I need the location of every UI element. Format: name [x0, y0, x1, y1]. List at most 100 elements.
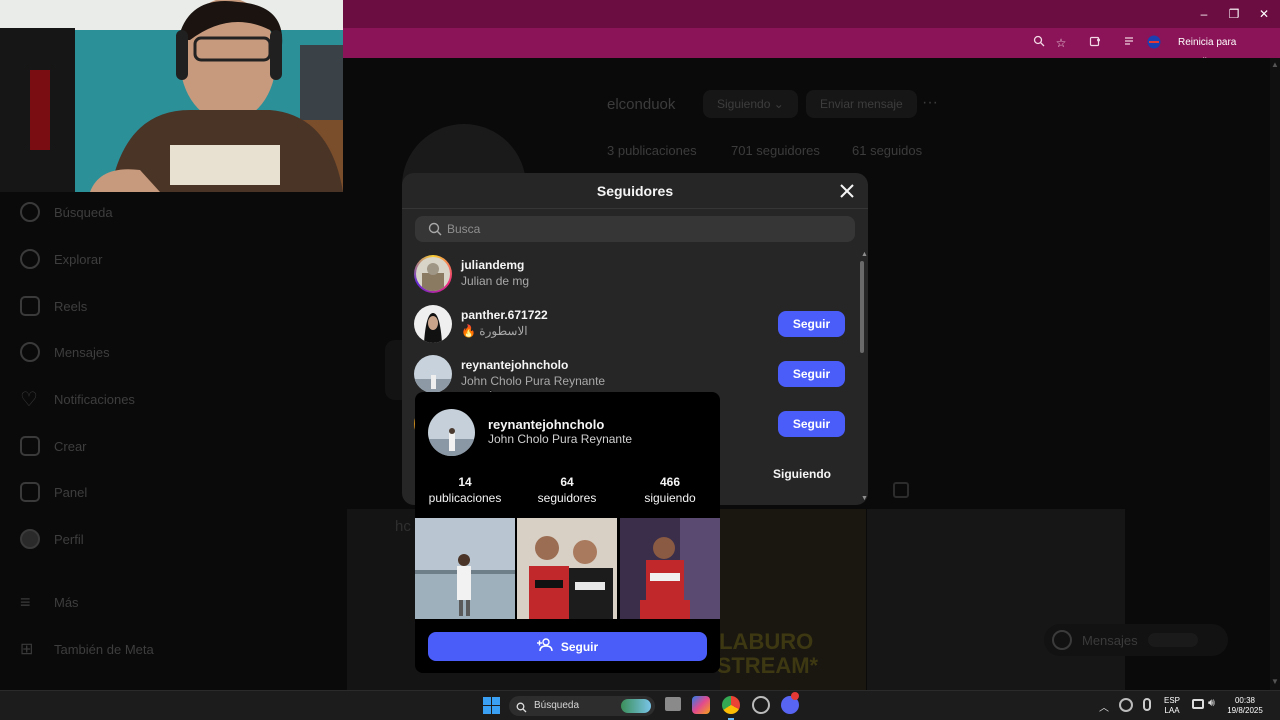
follow-button[interactable]: Seguir [778, 411, 845, 437]
stat-value: 14 [458, 475, 472, 489]
follower-username[interactable]: panther.671722 [461, 308, 548, 322]
network-icon[interactable] [1192, 699, 1204, 709]
clock[interactable]: 00:38 19/8/2025 [1222, 696, 1268, 716]
restore-icon[interactable]: ❐ [1226, 6, 1242, 22]
hover-card-photo[interactable] [517, 518, 617, 619]
follower-username[interactable]: reynantejohncholo [461, 358, 568, 372]
zoom-icon[interactable] [1031, 35, 1047, 51]
sidebar-item-panel[interactable]: Panel [20, 480, 87, 504]
minimize-icon[interactable]: – [1196, 6, 1212, 22]
stat-label: siguiendo [644, 491, 696, 505]
search-icon [20, 202, 40, 222]
profile-avatar-icon[interactable] [1146, 35, 1162, 51]
follow-button[interactable]: Seguir [778, 311, 845, 337]
follow-label: Seguir [560, 639, 599, 654]
following-button[interactable]: Siguiendo [762, 461, 842, 487]
hover-card-photo[interactable] [415, 518, 515, 619]
obs-icon[interactable] [752, 696, 770, 714]
hover-card-stat-posts: 14 publicaciones [415, 475, 515, 505]
avatar[interactable] [414, 305, 452, 343]
taskbar-search[interactable]: Búsqueda [509, 696, 655, 716]
follower-fullname: John Cholo Pura Reynante [461, 374, 606, 388]
webcam-overlay [0, 0, 343, 192]
profile-followers-link[interactable]: 701 seguidores [731, 143, 820, 158]
copilot-icon[interactable] [692, 696, 710, 714]
sidebar-item-more[interactable]: ≡ Más [20, 590, 79, 614]
modal-title: Seguidores [402, 173, 868, 209]
sidebar-item-profile[interactable]: Perfil [20, 527, 84, 551]
media-control-icon[interactable] [1122, 35, 1138, 51]
tray-overflow-icon[interactable]: ︿ [1099, 699, 1109, 714]
bookmark-star-icon[interactable]: ☆ [1053, 35, 1069, 51]
reels-icon [20, 296, 40, 316]
sidebar-item-search[interactable]: Búsqueda [20, 200, 113, 224]
scroll-down-icon[interactable]: ▼ [1271, 678, 1279, 686]
avatar[interactable] [414, 355, 452, 393]
messages-pill-label: Mensajes [1082, 632, 1138, 648]
windows-start-icon[interactable] [483, 697, 500, 719]
sidebar-item-label: Panel [54, 484, 88, 500]
volume-icon[interactable]: 🔊︎ [1208, 697, 1215, 710]
close-window-icon[interactable]: ✕ [1256, 6, 1272, 22]
sidebar-item-explore[interactable]: Explorar [20, 247, 102, 271]
hover-card-fullname: John Cholo Pura Reynante [488, 432, 633, 446]
hover-card-photo[interactable] [620, 518, 720, 619]
sidebar-item-label: También de Meta [54, 641, 154, 657]
messages-pill[interactable]: Mensajes [1044, 624, 1228, 656]
more-options-icon[interactable]: ··· [922, 94, 938, 112]
language-indicator[interactable]: ESP LAA [1160, 696, 1184, 716]
taskbar-search-label: Búsqueda [534, 700, 580, 711]
sidebar-item-label: Crear [54, 438, 87, 454]
story-ring-avatar[interactable] [414, 255, 452, 293]
sidebar-item-label: Notificaciones [54, 391, 135, 407]
plus-square-icon [20, 436, 40, 456]
modal-scroll-down-icon[interactable]: ▼ [861, 495, 868, 502]
meta-icon: ⊞ [20, 641, 34, 658]
modal-scroll-up-icon[interactable]: ▲ [861, 251, 868, 258]
sidebar-item-meta[interactable]: ⊞ También de Meta [20, 637, 154, 661]
update-button[interactable]: Reinicia para actualizar ⋮ [1172, 33, 1280, 68]
follower-row[interactable]: panther.671722 🔥 الاسطورة Seguir [402, 299, 858, 349]
search-icon [428, 222, 442, 241]
follow-button[interactable]: Seguir [778, 361, 845, 387]
following-label: Siguiendo [717, 97, 771, 111]
stat-label: publicaciones [428, 491, 502, 505]
sidebar-item-label: Perfil [54, 531, 84, 547]
sidebar-item-notifications[interactable]: ♡ Notificaciones [20, 387, 135, 411]
scroll-up-icon[interactable]: ▲ [1271, 61, 1279, 69]
sync-icon[interactable] [1119, 698, 1133, 712]
chart-icon [20, 482, 40, 502]
task-view-icon[interactable] [665, 697, 681, 711]
sidebar-item-messages[interactable]: Mensajes [20, 340, 110, 364]
follower-row[interactable]: juliandemg Julian de mg [402, 249, 858, 299]
hover-card-username[interactable]: reynantejohncholo [488, 417, 604, 432]
stat-value: 64 [560, 475, 574, 489]
chrome-taskbar-icon[interactable] [722, 696, 740, 714]
page-scrollbar[interactable]: ▲ ▼ [1270, 58, 1280, 690]
hover-card-follow-button[interactable]: Seguir [428, 632, 707, 661]
sidebar-item-create[interactable]: Crear [20, 434, 87, 458]
search-icon [516, 700, 527, 718]
messenger-icon [1052, 630, 1072, 650]
extensions-icon[interactable] [1087, 35, 1103, 51]
post-tile[interactable] [867, 509, 1125, 690]
sidebar-item-label: Mensajes [54, 344, 110, 360]
sidebar-item-reels[interactable]: Reels [20, 294, 87, 318]
search-input[interactable] [447, 216, 847, 242]
send-message-button[interactable]: Enviar mensaje [806, 90, 917, 118]
compass-icon [20, 249, 40, 269]
follower-username[interactable]: juliandemg [461, 258, 524, 272]
tagged-tab-icon[interactable] [893, 482, 909, 498]
modal-scrollbar[interactable] [860, 261, 864, 353]
microphone-icon[interactable] [1143, 698, 1151, 711]
hamburger-icon: ≡ [20, 591, 31, 612]
followers-search-box[interactable] [415, 216, 855, 242]
close-icon[interactable] [838, 182, 856, 200]
follower-fullname: Julian de mg [461, 274, 530, 288]
hover-card-avatar[interactable] [428, 409, 475, 456]
following-dropdown-button[interactable]: Siguiendo ⌄ [703, 90, 798, 118]
sidebar-item-label: Explorar [54, 251, 103, 267]
hover-card-stat-followers: 64 seguidores [517, 475, 617, 505]
post-caption-fragment: hc [395, 518, 411, 535]
profile-following-link[interactable]: 61 seguidos [852, 143, 922, 158]
